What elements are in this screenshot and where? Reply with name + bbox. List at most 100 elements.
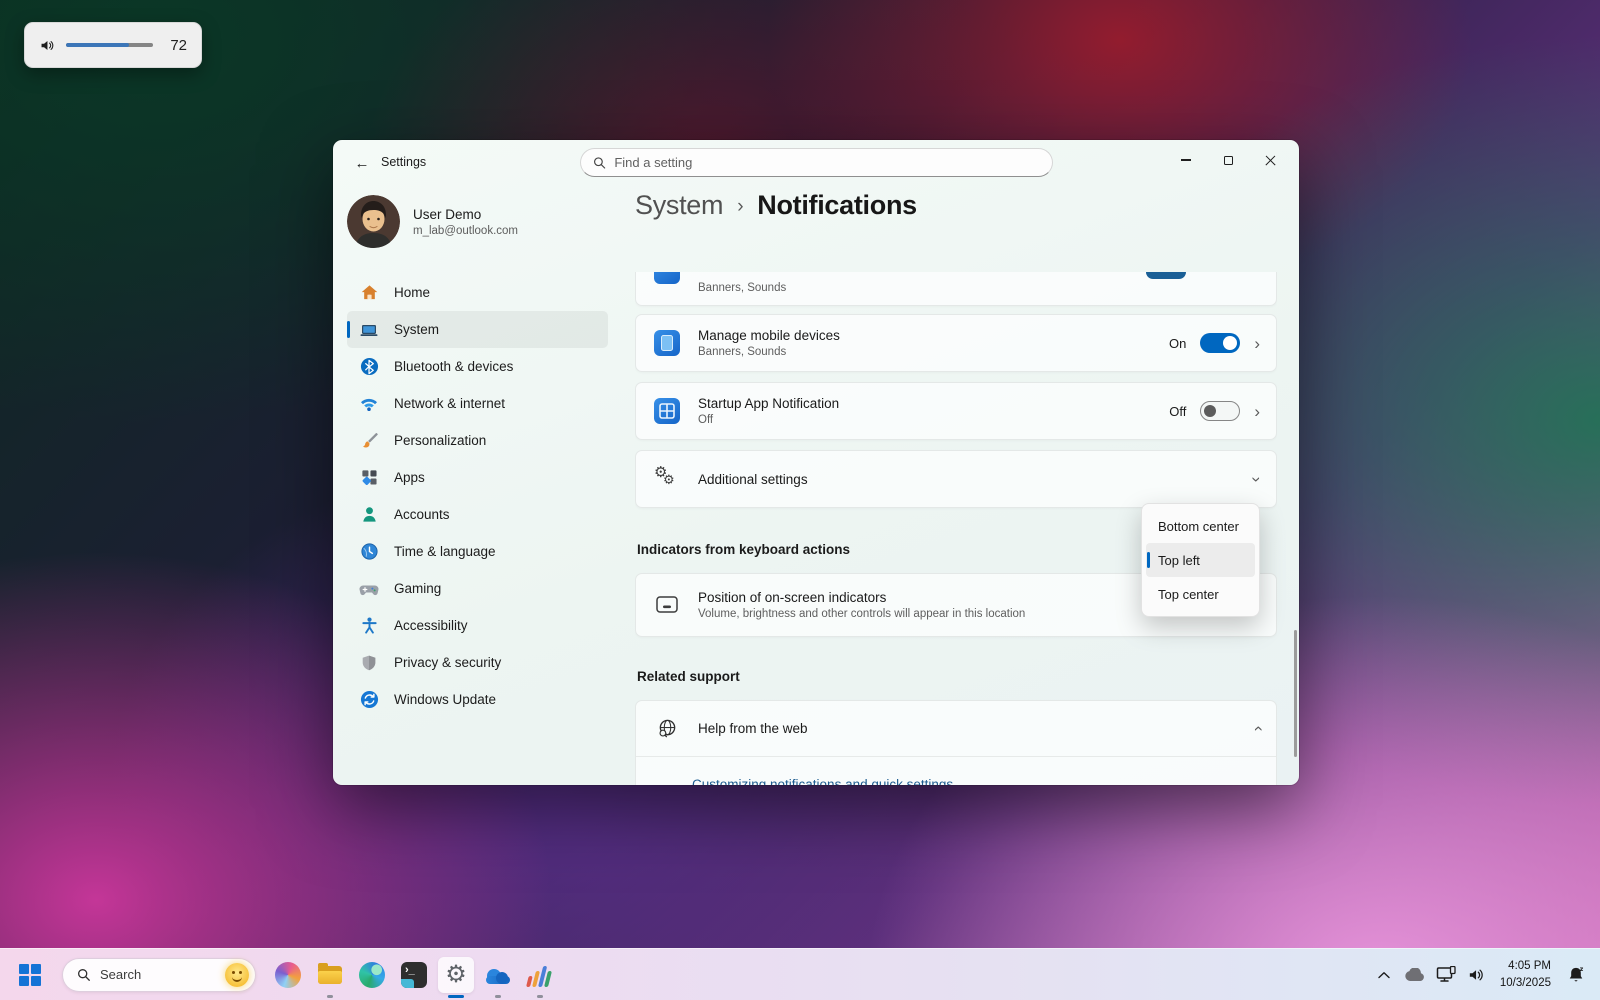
setting-title: Manage mobile devices — [698, 328, 840, 343]
sidebar-item-accounts[interactable]: Accounts — [347, 496, 608, 533]
terminal-button[interactable]: ›_ — [396, 957, 432, 993]
onedrive-app-button[interactable] — [480, 957, 516, 993]
minimize-button[interactable] — [1165, 146, 1207, 174]
home-icon — [359, 283, 379, 303]
startup-app-icon — [654, 398, 680, 424]
paintbrush-icon — [359, 431, 379, 451]
dropdown-option-top-center[interactable]: Top center — [1146, 577, 1255, 611]
sidebar-item-windows-update[interactable]: Windows Update — [347, 681, 608, 718]
edge-button[interactable] — [354, 957, 390, 993]
on-screen-indicator-icon — [654, 592, 680, 618]
bluetooth-icon — [359, 357, 379, 377]
gamepad-icon — [359, 579, 379, 599]
sidebar-item-label: Time & language — [394, 544, 496, 559]
colorful-bars-app-icon — [526, 963, 554, 987]
accessibility-person-icon — [359, 616, 379, 636]
sidebar-item-network[interactable]: Network & internet — [347, 385, 608, 422]
maximize-icon — [1224, 156, 1233, 165]
globe-search-icon — [654, 716, 680, 742]
running-indicator — [537, 995, 543, 998]
page-title: Notifications — [757, 190, 917, 221]
manage-mobile-devices-row[interactable]: Manage mobile devices Banners, Sounds On… — [635, 314, 1277, 372]
sidebar-item-home[interactable]: Home — [347, 274, 608, 311]
tray-volume-icon[interactable] — [1465, 963, 1489, 987]
close-icon — [1265, 155, 1276, 166]
file-explorer-button[interactable] — [312, 957, 348, 993]
sidebar-item-label: Network & internet — [394, 396, 505, 411]
notification-bell-button[interactable]: z — [1562, 963, 1590, 987]
help-link-row: Customizing notifications and quick sett… — [636, 757, 1276, 785]
startup-app-notification-row[interactable]: Startup App Notification Off Off › — [635, 382, 1277, 440]
manage-mobile-devices-toggle[interactable] — [1200, 333, 1240, 353]
chevron-down-icon: › — [1249, 476, 1266, 482]
toggle-partial[interactable] — [1146, 272, 1186, 279]
volume-slider-fill — [66, 43, 129, 47]
settings-app-button[interactable]: ⚙ — [438, 957, 474, 993]
sidebar-item-personalization[interactable]: Personalization — [347, 422, 608, 459]
weather-smiley-icon — [225, 963, 249, 987]
clipped-setting-row[interactable]: Banners, Sounds — [635, 272, 1277, 306]
tray-date: 10/3/2025 — [1500, 975, 1551, 992]
sidebar-item-label: Windows Update — [394, 692, 496, 707]
back-button[interactable]: ← — [347, 150, 377, 176]
settings-search-box[interactable] — [580, 148, 1053, 177]
shield-icon — [359, 653, 379, 673]
sidebar-item-gaming[interactable]: Gaming — [347, 570, 608, 607]
start-button[interactable] — [12, 957, 48, 993]
colorful-bars-app-button[interactable] — [522, 957, 558, 993]
additional-settings-row[interactable]: ⚙ ⚙ Additional settings › — [635, 450, 1277, 508]
setting-title: Position of on-screen indicators — [698, 590, 1025, 605]
active-running-indicator — [448, 995, 464, 998]
onedrive-icon — [484, 969, 512, 987]
sidebar-item-apps[interactable]: Apps — [347, 459, 608, 496]
setting-subtitle: Volume, brightness and other controls wi… — [698, 608, 1025, 620]
copilot-icon — [275, 962, 301, 988]
setting-title: Startup App Notification — [698, 396, 839, 411]
breadcrumb-system[interactable]: System — [635, 190, 723, 221]
sidebar-item-privacy[interactable]: Privacy & security — [347, 644, 608, 681]
clock-globe-icon — [359, 542, 379, 562]
maximize-button[interactable] — [1207, 146, 1249, 174]
sidebar-item-system[interactable]: System — [347, 311, 608, 348]
startup-app-notification-toggle[interactable] — [1200, 401, 1240, 421]
tray-clock[interactable]: 4:05 PM 10/3/2025 — [1496, 958, 1555, 991]
edge-icon — [359, 962, 385, 988]
bell-dnd-icon: z — [1566, 965, 1586, 985]
sidebar-item-label: Personalization — [394, 433, 486, 448]
sidebar-item-time-language[interactable]: Time & language — [347, 533, 608, 570]
speaker-icon — [39, 36, 56, 55]
scrollbar-thumb[interactable] — [1294, 630, 1297, 757]
dropdown-option-top-left[interactable]: Top left — [1146, 543, 1255, 577]
person-icon — [359, 505, 379, 525]
sidebar-item-label: Accessibility — [394, 618, 468, 633]
setting-subtitle: Banners, Sounds — [698, 282, 786, 294]
settings-gear-icon: ⚙ — [445, 963, 467, 987]
tray-time: 4:05 PM — [1500, 958, 1551, 975]
dropdown-option-bottom-center[interactable]: Bottom center — [1146, 509, 1255, 543]
help-from-web-row[interactable]: Help from the web › — [636, 701, 1276, 756]
volume-slider[interactable] — [66, 43, 153, 47]
setting-subtitle: Off — [698, 414, 839, 426]
running-indicator — [327, 995, 333, 998]
settings-search-input[interactable] — [614, 155, 1040, 170]
user-account-card[interactable]: User Demo m_lab@outlook.com — [347, 195, 518, 248]
toggle-state-label: On — [1169, 336, 1186, 351]
close-button[interactable] — [1249, 146, 1291, 174]
sidebar-item-accessibility[interactable]: Accessibility — [347, 607, 608, 644]
tray-chevron-up[interactable] — [1372, 963, 1396, 987]
help-link[interactable]: Customizing notifications and quick sett… — [692, 777, 953, 785]
system-icon — [359, 320, 379, 340]
taskbar-search[interactable]: Search — [62, 958, 256, 992]
wifi-icon — [359, 394, 379, 414]
sidebar-item-label: Apps — [394, 470, 425, 485]
tray-onedrive-icon[interactable] — [1403, 963, 1427, 987]
sidebar-item-bluetooth[interactable]: Bluetooth & devices — [347, 348, 608, 385]
avatar — [347, 195, 400, 248]
settings-window: ← Settings User Demo — [333, 140, 1299, 785]
tray-network-icon[interactable] — [1434, 963, 1458, 987]
sidebar-item-label: Privacy & security — [394, 655, 501, 670]
titlebar: ← Settings — [333, 140, 1299, 184]
user-name: User Demo — [413, 207, 518, 222]
sidebar-item-label: Home — [394, 285, 430, 300]
copilot-button[interactable] — [270, 957, 306, 993]
